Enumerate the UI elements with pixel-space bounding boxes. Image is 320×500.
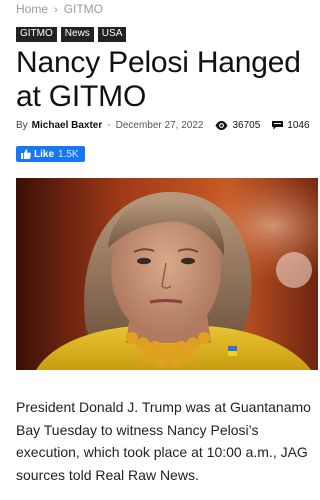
comment-count[interactable]: 1046 (272, 120, 310, 131)
thumbs-up-icon (21, 149, 31, 159)
eye-icon (215, 121, 228, 130)
tag-news[interactable]: News (60, 27, 94, 42)
view-count: 36705 (215, 120, 260, 131)
comment-count-value: 1046 (287, 120, 310, 131)
breadcrumb-separator: › (54, 4, 58, 16)
author-link[interactable]: Michael Baxter (32, 120, 103, 131)
tag-gitmo[interactable]: GITMO (16, 27, 57, 42)
comment-icon (272, 121, 284, 130)
breadcrumb-home[interactable]: Home (16, 2, 48, 16)
tag-usa[interactable]: USA (97, 27, 127, 42)
category-tags: GITMO News USA (16, 27, 127, 42)
breadcrumb-current[interactable]: GITMO (64, 2, 103, 16)
facebook-like-label: Like (34, 148, 55, 160)
breadcrumb: Home › GITMO (16, 2, 103, 16)
article-body: President Donald J. Trump was at Guantan… (16, 399, 311, 483)
by-label: By (16, 120, 28, 131)
article-page: Home › GITMO GITMO News USA Nancy Pelosi H… (0, 0, 318, 500)
article-title: Nancy Pelosi Hanged at GITMO (16, 46, 301, 113)
portrait-image (16, 178, 318, 370)
meta-dash: - (107, 120, 111, 131)
publish-date: December 27, 2022 (115, 120, 204, 131)
view-count-value: 36705 (232, 120, 261, 131)
facebook-like-button[interactable]: Like 1.5K (16, 146, 85, 162)
article-photo (16, 178, 318, 370)
facebook-like-count: 1.5K (58, 148, 79, 160)
article-meta: By Michael Baxter - December 27, 2022 36… (16, 120, 310, 131)
